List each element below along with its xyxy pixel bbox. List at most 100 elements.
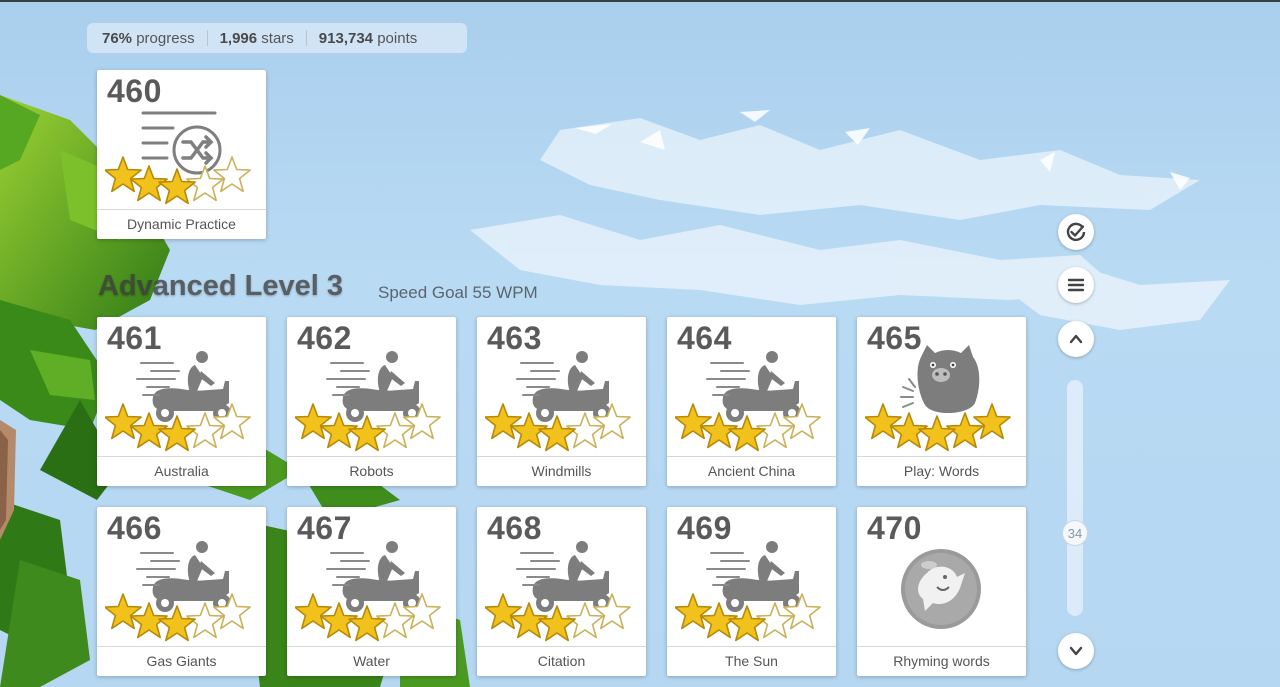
card-divider [287,456,456,457]
check-progress-icon [1066,222,1086,242]
card-divider [667,646,836,647]
lesson-card[interactable]: 462 Robots [287,317,456,486]
menu-button[interactable] [1058,267,1094,303]
lesson-card[interactable]: 467 Water [287,507,456,676]
lesson-number: 466 [107,510,162,546]
star-empty-icon [213,403,251,440]
stat-divider [206,30,208,46]
star-rating [485,593,631,642]
lesson-card[interactable]: 463 Windmills [477,317,646,486]
star-rating [105,403,251,452]
star-filled-icon [728,605,766,642]
chevron-down-icon [1069,646,1083,656]
card-divider [97,646,266,647]
level-subtitle: Speed Goal 55 WPM [378,283,538,302]
lesson-number: 470 [867,510,922,546]
points-stat: 913,734 points [318,29,418,47]
card-divider [667,456,836,457]
star-filled-icon [918,415,956,452]
lesson-label: Water [353,653,390,669]
lesson-number: 464 [677,320,732,356]
lesson-label: Play: Words [903,463,980,479]
lesson-card[interactable]: 466 Gas Giants [97,507,266,676]
star-filled-icon [728,415,766,452]
lesson-label: Australia [154,463,209,479]
lesson-card[interactable]: 468 Citation [477,507,646,676]
stats-bar: 76% progress 1,996 stars 913,734 points [87,23,467,53]
star-filled-icon [348,605,386,642]
star-empty-icon [403,593,441,630]
card-divider [97,456,266,457]
star-rating [105,156,251,205]
lesson-number: 468 [487,510,542,546]
card-divider [857,456,1026,457]
chevron-up-icon [1069,334,1083,344]
star-filled-icon [295,403,332,440]
card-divider [857,646,1026,647]
menu-icon [1067,278,1085,292]
progress-stat: 76% progress [102,29,195,47]
check-progress-button[interactable] [1058,214,1094,250]
star-filled-icon [105,156,142,193]
star-empty-icon [783,403,821,440]
lesson-label: Gas Giants [146,653,217,669]
lesson-label: Rhyming words [893,653,990,669]
card-divider [97,209,266,210]
star-filled-icon [973,403,1011,440]
scroll-thumb[interactable]: 34 [1062,520,1088,546]
star-rating [865,403,1011,452]
scroll-up-button[interactable] [1058,321,1094,357]
star-rating [295,593,441,642]
star-filled-icon [158,168,196,205]
star-filled-icon [675,403,712,440]
card-divider [477,456,646,457]
lesson-card[interactable]: 464 Ancient China [667,317,836,486]
lesson-number: 467 [297,510,352,546]
scroll-track[interactable] [1067,380,1083,616]
star-filled-icon [675,593,712,630]
star-filled-icon [105,403,142,440]
lesson-number: 463 [487,320,542,356]
lesson-card-dynamic-practice[interactable]: 460 Dynamic Practice [97,70,266,239]
star-empty-icon [403,403,441,440]
scroll-down-button[interactable] [1058,633,1094,669]
card-divider [287,646,456,647]
lesson-number: 465 [867,320,922,356]
lesson-card[interactable]: 465 Play: Words [857,317,1026,486]
lesson-number: 469 [677,510,732,546]
star-rating [105,593,251,642]
star-rating [295,403,441,452]
lesson-card[interactable]: 469 The Sun [667,507,836,676]
star-filled-icon [348,415,386,452]
star-filled-icon [485,593,522,630]
star-filled-icon [485,403,522,440]
lesson-number: 462 [297,320,352,356]
stat-divider [305,30,307,46]
stars-stat: 1,996 stars [219,29,294,47]
star-rating [485,403,631,452]
star-empty-icon [593,593,631,630]
star-filled-icon [158,415,196,452]
lesson-label: Robots [349,463,394,479]
star-empty-icon [783,593,821,630]
lesson-label: Dynamic Practice [127,216,236,232]
lesson-label: The Sun [725,653,778,669]
star-filled-icon [158,605,196,642]
star-empty-icon [213,593,251,630]
star-filled-icon [865,403,902,440]
lesson-number: 460 [107,73,162,109]
star-filled-icon [295,593,332,630]
star-rating [675,593,821,642]
star-filled-icon [538,605,576,642]
lesson-card[interactable]: 470 Rhyming words [857,507,1026,676]
star-filled-icon [538,415,576,452]
lesson-number: 461 [107,320,162,356]
star-empty-icon [593,403,631,440]
level-title: Advanced Level 3 [98,270,343,302]
lesson-label: Ancient China [707,463,796,479]
card-divider [477,646,646,647]
lesson-card[interactable]: 461 Australia [97,317,266,486]
lesson-label: Windmills [531,463,592,479]
star-filled-icon [105,593,142,630]
lesson-label: Citation [537,653,586,669]
